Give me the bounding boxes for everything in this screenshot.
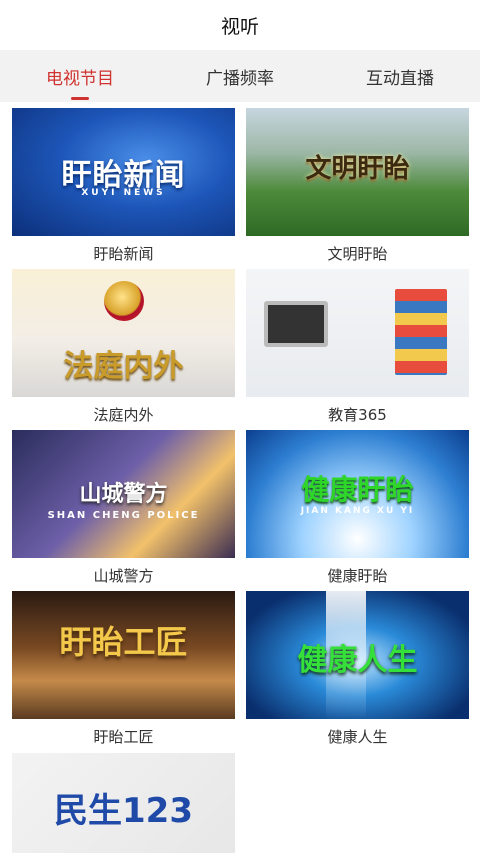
program-thumbnail[interactable]: 法庭内外 [12,269,235,397]
program-thumbnail[interactable]: 山城警方 SHAN CHENG POLICE [12,430,235,558]
program-title[interactable]: 盱眙工匠 [12,727,235,747]
program-card[interactable]: 文明盱眙 文明盱眙 [246,108,469,264]
court-emblem-icon [104,281,144,321]
thumbnail-logo-text: 健康盱眙 [301,473,414,506]
program-title[interactable]: 盱眙新闻 [12,244,235,264]
program-thumbnail[interactable]: 健康盱眙 JIAN KANG XU YI [246,430,469,558]
tab-bar: 电视节目 广播频率 互动直播 [0,50,480,102]
program-title[interactable]: 健康盱眙 [246,566,469,586]
books-icon [395,289,447,375]
program-card[interactable]: 盱眙新闻 XUYI NEWS 盱眙新闻 [12,108,235,264]
program-card[interactable]: 盱眙工匠 盱眙工匠 [12,591,235,747]
program-thumbnail[interactable]: 盱眙工匠 [12,591,235,719]
program-thumbnail[interactable]: 民生123 [12,753,235,853]
thumbnail-logo-subtitle: SHAN CHENG POLICE [47,510,200,521]
thumbnail-logo-subtitle: JIAN KANG XU YI [300,506,415,516]
page-title: 视听 [220,15,259,38]
program-title[interactable]: 山城警方 [12,566,235,586]
program-card[interactable]: 民生123 [12,753,235,853]
program-card[interactable]: 法庭内外 法庭内外 [12,269,235,425]
program-thumbnail[interactable]: 文明盱眙 [246,108,469,236]
program-card[interactable]: 健康盱眙 JIAN KANG XU YI 健康盱眙 [246,430,469,586]
thumbnail-logo-subtitle: XUYI NEWS [81,188,166,198]
program-card[interactable]: 教育365 [246,269,469,425]
program-title[interactable]: 健康人生 [246,727,469,747]
thumbnail-logo-text: 山城警方 [79,482,168,507]
program-card[interactable]: 健康人生 健康人生 [246,591,469,747]
tab-label: 广播频率 [206,68,274,89]
thumbnail-logo-text: 民生123 [54,791,193,831]
program-thumbnail[interactable] [246,269,469,397]
program-title[interactable]: 文明盱眙 [246,244,469,264]
program-title[interactable]: 教育365 [246,405,469,425]
program-thumbnail[interactable]: 盱眙新闻 XUYI NEWS [12,108,235,236]
top-bar: 视听 [0,0,480,50]
tab-label: 电视节目 [46,68,114,89]
tab-label: 互动直播 [366,68,434,89]
tab-live-interaction[interactable]: 互动直播 [320,50,480,102]
tab-radio-frequency[interactable]: 广播频率 [160,50,320,102]
program-thumbnail[interactable]: 健康人生 [246,591,469,719]
program-card[interactable]: 山城警方 SHAN CHENG POLICE 山城警方 [12,430,235,586]
thumbnail-logo-text: 文明盱眙 [305,154,410,184]
tab-tv-programs[interactable]: 电视节目 [0,50,160,102]
active-tab-indicator [71,97,89,100]
program-title[interactable]: 法庭内外 [12,405,235,425]
laptop-icon [264,301,328,347]
thumbnail-logo-text: 法庭内外 [63,349,184,384]
thumbnail-logo-text: 健康人生 [297,643,418,678]
thumbnail-logo-text: 盱眙工匠 [59,623,188,661]
